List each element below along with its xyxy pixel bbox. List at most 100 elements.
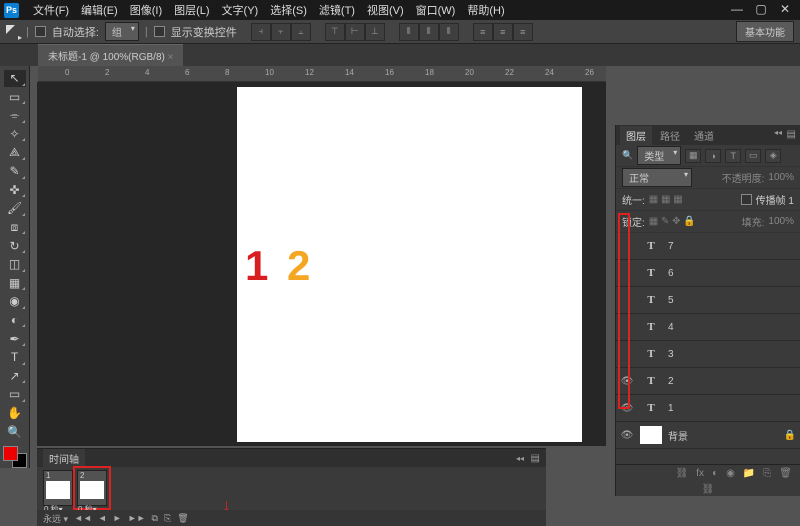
layer-row[interactable]: T6 [616, 260, 800, 287]
next-frame-button[interactable]: ►► [128, 513, 146, 523]
panel-collapse-icon[interactable]: ◂◂ [516, 454, 524, 463]
auto-select-checkbox[interactable] [35, 26, 46, 37]
distribute-icon[interactable]: ⦀ [419, 23, 439, 41]
menu-select[interactable]: 选择(S) [264, 0, 313, 20]
filter-icon[interactable]: ▭ [745, 149, 761, 163]
loop-dropdown[interactable]: 永远 ▾ [43, 512, 68, 525]
trash-icon[interactable]: 🗑 [779, 468, 792, 479]
filter-kind-dropdown[interactable]: 类型 [637, 146, 681, 165]
align-icon[interactable]: ⊥ [365, 23, 385, 41]
color-swatches[interactable] [3, 446, 27, 468]
fill-value[interactable]: 100% [768, 216, 794, 227]
link-icon[interactable]: ⛓ [676, 468, 689, 479]
filter-icon[interactable]: ◑ [705, 149, 721, 163]
gradient-tool[interactable]: ▦ [4, 275, 26, 292]
distribute-icon[interactable]: ≡ [513, 23, 533, 41]
maximize-button[interactable]: ▢ [754, 3, 768, 17]
minimize-button[interactable]: — [730, 3, 744, 17]
layer-row[interactable]: T7 [616, 233, 800, 260]
first-frame-button[interactable]: ◄◄ [74, 513, 92, 523]
canvas[interactable]: 1 2 [237, 87, 582, 442]
menu-type[interactable]: 文字(Y) [216, 0, 265, 20]
shape-tool[interactable]: ▭ [4, 386, 26, 403]
filter-icon[interactable]: T [725, 149, 741, 163]
visibility-toggle[interactable] [620, 428, 634, 442]
blend-mode-dropdown[interactable]: 正常 [622, 168, 692, 187]
align-icon[interactable]: ⫟ [271, 23, 291, 41]
tab-paths[interactable]: 路径 [654, 126, 686, 145]
document-tab[interactable]: 未标题-1 @ 100%(RGB/8) × [38, 44, 183, 66]
crop-tool[interactable]: ⟁ [4, 144, 26, 161]
menu-image[interactable]: 图像(I) [124, 0, 168, 20]
pen-tool[interactable]: ✒ [4, 330, 26, 347]
filter-icon[interactable]: ▦ [685, 149, 701, 163]
distribute-icon[interactable]: ≡ [473, 23, 493, 41]
align-icon[interactable]: ⫠ [291, 23, 311, 41]
hand-tool[interactable]: ✋ [4, 405, 26, 422]
lasso-tool[interactable]: ⌯ [4, 107, 26, 124]
layer-row[interactable]: T2 [616, 368, 800, 395]
layer-row[interactable]: T3 [616, 341, 800, 368]
layer-row[interactable]: T1 [616, 395, 800, 422]
link-icon[interactable]: ⛓ [702, 484, 715, 495]
align-icon[interactable]: ⫞ [251, 23, 271, 41]
panel-menu-icon[interactable]: ▤ [787, 129, 796, 140]
text-layer-2[interactable]: 2 [287, 242, 310, 290]
folder-icon[interactable]: 📁 [743, 468, 755, 479]
play-button[interactable]: ► [113, 513, 122, 523]
propagate-checkbox[interactable] [741, 194, 752, 205]
opacity-value[interactable]: 100% [768, 172, 794, 183]
heal-tool[interactable]: ✜ [4, 182, 26, 199]
menu-view[interactable]: 视图(V) [361, 0, 410, 20]
path-tool[interactable]: ↗ [4, 368, 26, 385]
new-layer-icon[interactable]: ⎘ [763, 468, 771, 479]
tab-channels[interactable]: 通道 [688, 126, 720, 145]
zoom-tool[interactable]: 🔍 [4, 423, 26, 440]
delete-frame-button[interactable]: 🗑 [177, 513, 188, 524]
panel-collapse-icon[interactable]: ◂◂ [774, 128, 782, 137]
menu-filter[interactable]: 滤镜(T) [313, 0, 361, 20]
menu-window[interactable]: 窗口(W) [410, 0, 462, 20]
filter-icon[interactable]: ◈ [765, 149, 781, 163]
distribute-icon[interactable]: ⦀ [439, 23, 459, 41]
stamp-tool[interactable]: ⧈ [4, 219, 26, 236]
tab-layers[interactable]: 图层 [620, 126, 652, 145]
foreground-color[interactable] [3, 446, 18, 461]
blur-tool[interactable]: ◉ [4, 293, 26, 310]
show-transform-checkbox[interactable] [154, 26, 165, 37]
menu-file[interactable]: 文件(F) [27, 0, 75, 20]
tween-button[interactable]: ⧉ [152, 513, 158, 524]
dodge-tool[interactable]: ◐ [4, 312, 26, 329]
history-brush-tool[interactable]: ↻ [4, 237, 26, 254]
distribute-icon[interactable]: ⦀ [399, 23, 419, 41]
align-icon[interactable]: ⊢ [345, 23, 365, 41]
brush-tool[interactable]: 🖌 [4, 200, 26, 217]
text-layer-1[interactable]: 1 [245, 242, 268, 290]
close-button[interactable]: ✕ [778, 3, 792, 17]
distribute-icon[interactable]: ≡ [493, 23, 513, 41]
frame-2[interactable]: 2 0 秒▾ [77, 470, 107, 506]
marquee-tool[interactable]: ▭ [4, 89, 26, 106]
timeline-tab[interactable]: 时间轴 [43, 449, 85, 468]
menu-layer[interactable]: 图层(L) [168, 0, 215, 20]
wand-tool[interactable]: ✧ [4, 126, 26, 143]
panel-menu-icon[interactable]: ▤ [531, 453, 540, 464]
fx-icon[interactable]: fx [696, 468, 704, 479]
move-tool[interactable]: ↖ [4, 70, 26, 87]
mask-icon[interactable]: ◐ [712, 468, 718, 479]
align-icon[interactable]: ⊤ [325, 23, 345, 41]
eraser-tool[interactable]: ◫ [4, 256, 26, 273]
layer-row[interactable]: 背景🔒 [616, 422, 800, 449]
auto-select-dropdown[interactable]: 组 [105, 22, 139, 41]
layer-row[interactable]: T5 [616, 287, 800, 314]
frame-1[interactable]: 1 0 秒▾ [43, 470, 73, 506]
workspace-button[interactable]: 基本功能 [736, 21, 794, 42]
adjustment-icon[interactable]: ◉ [726, 468, 735, 479]
layer-row[interactable]: T4 [616, 314, 800, 341]
type-tool[interactable]: T [4, 349, 26, 366]
duplicate-frame-button[interactable]: ⎘ [164, 513, 171, 524]
prev-frame-button[interactable]: ◄ [98, 513, 107, 523]
menu-help[interactable]: 帮助(H) [461, 0, 510, 20]
menu-edit[interactable]: 编辑(E) [75, 0, 124, 20]
eyedropper-tool[interactable]: ✎ [4, 163, 26, 180]
